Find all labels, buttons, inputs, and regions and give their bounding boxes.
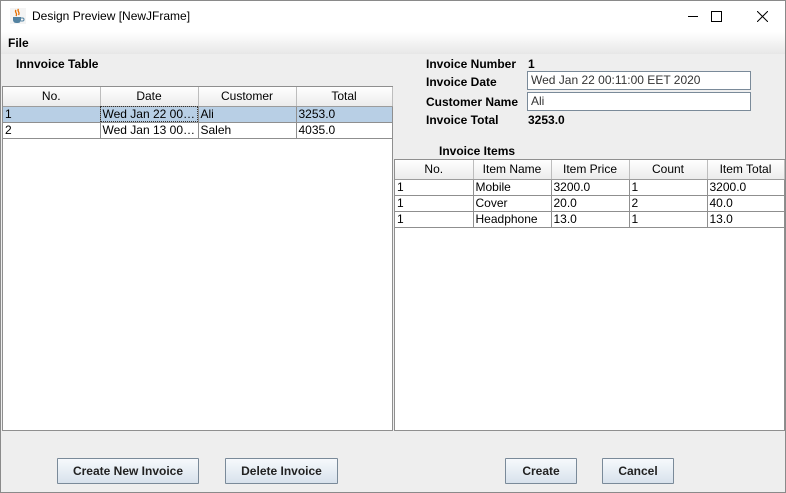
table-cell[interactable]: 3253.0 (296, 106, 393, 123)
table-cell[interactable]: 1 (395, 179, 474, 196)
table-cell[interactable]: Wed Jan 22 00:... (100, 106, 199, 123)
table-row[interactable]: 1 Mobile 3200.0 1 3200.0 (395, 179, 785, 196)
menu-bar: File (1, 32, 785, 54)
customer-name-label: Customer Name (426, 95, 519, 109)
maximize-button[interactable] (693, 1, 739, 32)
create-new-invoice-button[interactable]: Create New Invoice (57, 458, 199, 484)
table-cell[interactable]: 1 (395, 211, 474, 228)
table-cell[interactable]: Mobile (473, 179, 552, 196)
table-cell[interactable]: 1 (395, 195, 474, 212)
table-row[interactable]: 1 Wed Jan 22 00:... Ali 3253.0 (3, 106, 393, 123)
table-cell[interactable]: 4035.0 (296, 122, 393, 139)
invoice-total-label: Invoice Total (426, 113, 499, 127)
table-cell[interactable]: 1 (629, 179, 708, 196)
column-header[interactable]: No. (3, 87, 101, 107)
column-header[interactable]: No. (395, 160, 474, 180)
invoice-items-title: Invoice Items (439, 144, 516, 158)
column-header[interactable]: Date (100, 87, 199, 107)
invoice-items-table[interactable]: No. Item Name Item Price Count Item Tota… (395, 160, 785, 228)
window-title: Design Preview [NewJFrame] (32, 9, 191, 23)
invoice-table[interactable]: No. Date Customer Total 1 Wed Jan 22 00:… (3, 87, 393, 139)
invoice-table-panel[interactable]: No. Date Customer Total 1 Wed Jan 22 00:… (2, 86, 393, 431)
menu-file[interactable]: File (8, 36, 29, 50)
close-button[interactable] (739, 1, 785, 32)
column-header[interactable]: Count (629, 160, 708, 180)
table-cell[interactable]: 3200.0 (551, 179, 630, 196)
invoice-date-field[interactable]: Wed Jan 22 00:11:00 EET 2020 (527, 71, 751, 90)
table-cell[interactable]: 13.0 (551, 211, 630, 228)
table-cell[interactable]: 1 (3, 106, 101, 123)
table-cell[interactable]: Cover (473, 195, 552, 212)
cancel-button[interactable]: Cancel (602, 458, 674, 484)
invoice-table-title: Innvoice Table (16, 57, 99, 71)
column-header[interactable]: Item Price (551, 160, 630, 180)
table-cell[interactable]: 3200.0 (707, 179, 785, 196)
title-bar[interactable]: Design Preview [NewJFrame] (1, 1, 785, 32)
column-header[interactable]: Total (296, 87, 393, 107)
invoice-items-header: No. Item Name Item Price Count Item Tota… (395, 160, 785, 180)
table-cell[interactable]: 2 (629, 195, 708, 212)
invoice-number-label: Invoice Number (426, 57, 517, 71)
table-cell[interactable]: Headphone (473, 211, 552, 228)
invoice-table-header: No. Date Customer Total (3, 87, 393, 107)
table-cell[interactable]: 13.0 (707, 211, 785, 228)
table-cell[interactable]: Saleh (198, 122, 297, 139)
invoice-total-value: 3253.0 (528, 113, 565, 127)
invoice-date-label: Invoice Date (426, 75, 497, 89)
close-icon (756, 11, 768, 22)
invoice-number-value: 1 (528, 57, 535, 71)
table-cell[interactable]: 2 (3, 122, 101, 139)
column-header[interactable]: Item Total (707, 160, 785, 180)
app-window: Design Preview [NewJFrame] File Innvoice… (0, 0, 786, 493)
table-cell[interactable]: 1 (629, 211, 708, 228)
invoice-items-panel[interactable]: No. Item Name Item Price Count Item Tota… (394, 159, 785, 431)
maximize-icon (710, 11, 722, 22)
table-cell[interactable]: Wed Jan 13 00:... (100, 122, 199, 139)
table-cell[interactable]: 40.0 (707, 195, 785, 212)
customer-name-field[interactable]: Ali (527, 92, 751, 111)
column-header[interactable]: Item Name (473, 160, 552, 180)
table-cell[interactable]: Ali (198, 106, 297, 123)
delete-invoice-button[interactable]: Delete Invoice (225, 458, 338, 484)
table-row[interactable]: 2 Wed Jan 13 00:... Saleh 4035.0 (3, 122, 393, 139)
table-row[interactable]: 1 Cover 20.0 2 40.0 (395, 195, 785, 212)
table-row[interactable]: 1 Headphone 13.0 1 13.0 (395, 211, 785, 228)
table-cell[interactable]: 20.0 (551, 195, 630, 212)
column-header[interactable]: Customer (198, 87, 297, 107)
java-coffee-icon (10, 8, 26, 24)
create-button[interactable]: Create (505, 458, 577, 484)
